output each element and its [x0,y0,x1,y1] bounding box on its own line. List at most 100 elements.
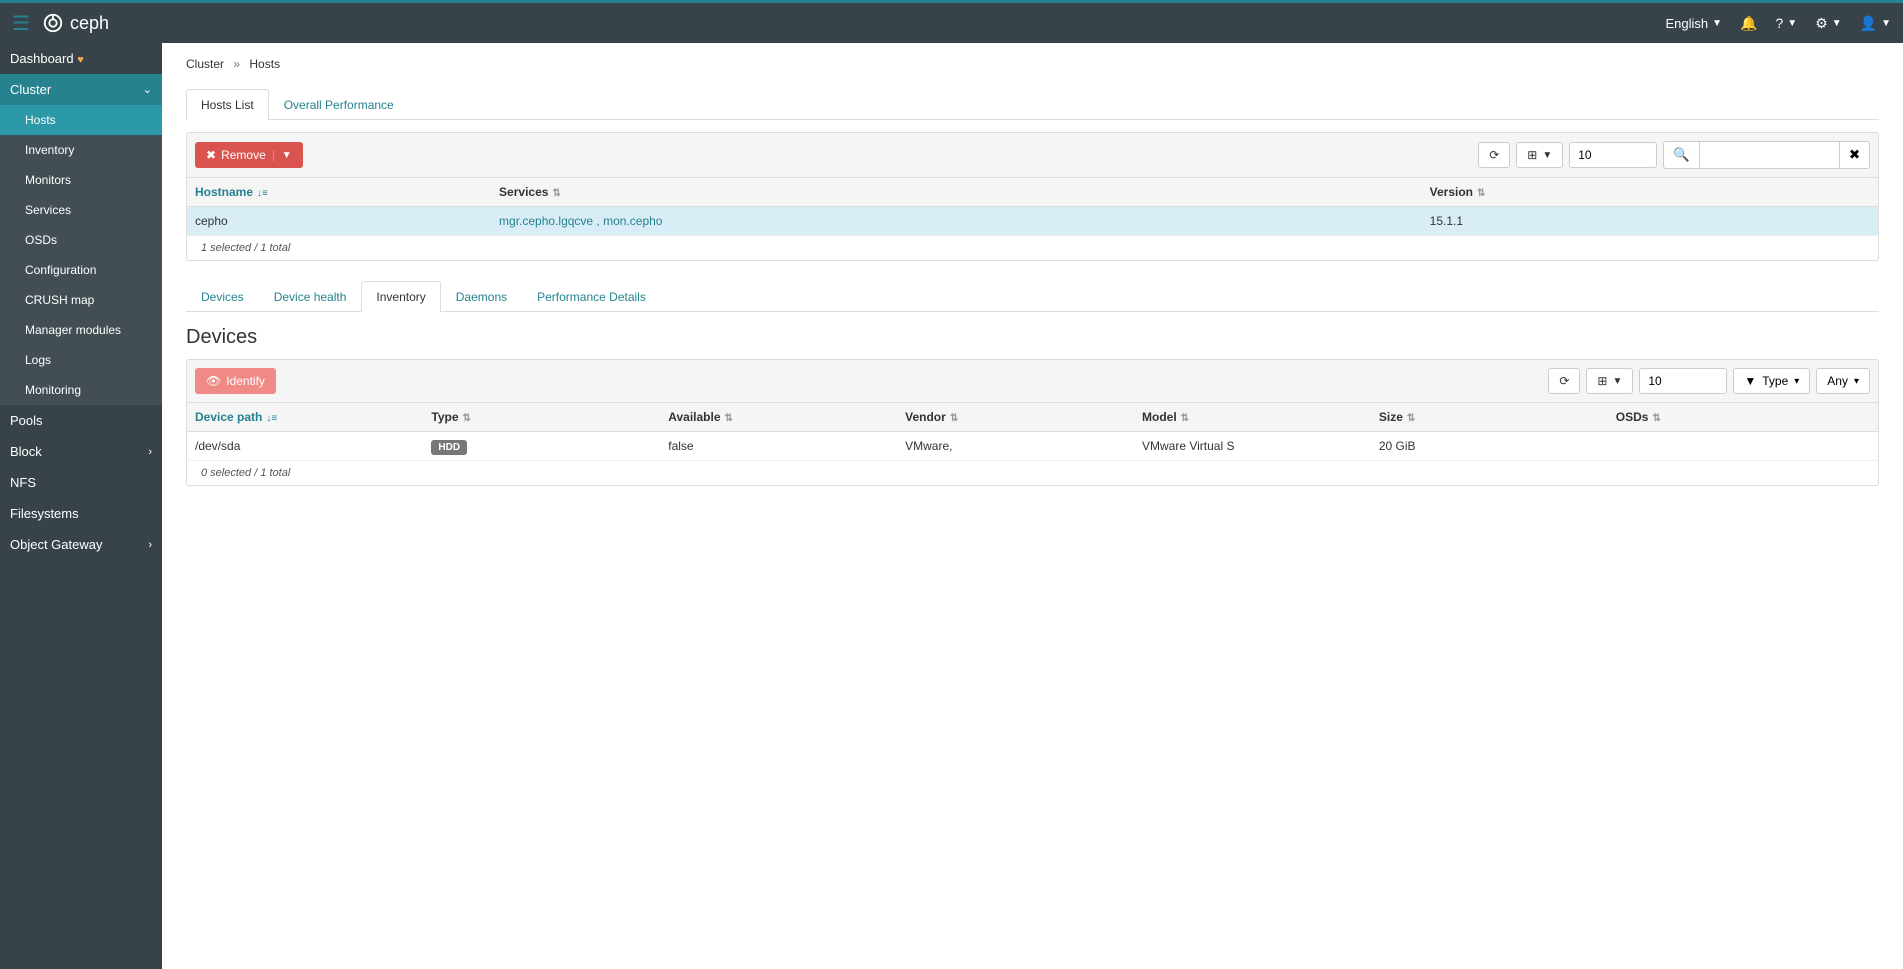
cell-available: false [660,432,897,461]
notifications-button[interactable]: 🔔 [1740,15,1757,32]
sidebar-label: Pools [10,413,43,428]
sort-icon: ⇅ [725,413,733,424]
breadcrumb-cluster[interactable]: Cluster [186,57,224,71]
chevron-down-icon: ⌄ [143,83,152,96]
refresh-button[interactable]: ⟳ [1478,142,1510,168]
help-button[interactable]: ? ▼ [1775,15,1797,31]
health-warn-icon: ♥ [77,54,84,66]
menu-toggle-icon[interactable]: ☰ [12,11,30,36]
hosts-table: Hostname↓≡ Services ⇅ Version⇅ cepho mgr.… [186,178,1879,236]
sidebar-label: Manager modules [25,323,121,337]
sort-icon: ⇅ [552,188,560,199]
tab-inventory[interactable]: Inventory [361,281,440,312]
table-row[interactable]: cepho mgr.cepho.lgqcve , mon.cepho 15.1.… [187,207,1879,236]
remove-button[interactable]: ✖ Remove ▼ [195,142,303,168]
sidebar-item-block[interactable]: Block › [0,436,162,467]
hosts-table-footer: 1 selected / 1 total [186,236,1879,261]
col-size[interactable]: Size⇅ [1371,403,1608,432]
sidebar-item-filesystems[interactable]: Filesystems [0,498,162,529]
col-osds[interactable]: OSDs⇅ [1608,403,1879,432]
columns-button[interactable]: ⊞ ▼ [1516,142,1563,168]
filter-any-button[interactable]: Any ▾ [1816,368,1870,394]
refresh-button[interactable]: ⟳ [1548,368,1580,394]
header-label: Device path [195,410,262,424]
tab-devices[interactable]: Devices [186,281,259,312]
sort-icon: ⇅ [1181,413,1189,424]
user-menu-button[interactable]: 👤 ▼ [1860,15,1891,32]
tab-device-health[interactable]: Device health [259,281,362,312]
tab-performance-details[interactable]: Performance Details [522,281,661,312]
sidebar-item-monitoring[interactable]: Monitoring [0,375,162,405]
page-size-input[interactable] [1569,142,1657,168]
sidebar-item-monitors[interactable]: Monitors [0,165,162,195]
col-services[interactable]: Services ⇅ [491,178,1422,207]
filter-type-button[interactable]: ▼ Type ▾ [1733,368,1810,394]
col-hostname[interactable]: Hostname↓≡ [187,178,492,207]
identify-label: Identify [226,374,265,388]
columns-button[interactable]: ⊞ ▼ [1586,368,1633,394]
sidebar-item-hosts[interactable]: Hosts [0,105,162,135]
col-vendor[interactable]: Vendor⇅ [897,403,1134,432]
language-selector[interactable]: English ▼ [1666,16,1723,31]
sidebar-label: Dashboard [10,51,74,66]
sidebar-item-cluster[interactable]: Cluster ⌄ [0,74,162,105]
page-size-input[interactable] [1639,368,1727,394]
caret-down-icon: ▼ [1881,18,1891,29]
sidebar-item-object-gateway[interactable]: Object Gateway › [0,529,162,560]
col-type[interactable]: Type⇅ [423,403,660,432]
identify-button[interactable]: 👁 Identify [195,368,276,394]
col-available[interactable]: Available⇅ [660,403,897,432]
sort-icon: ⇅ [463,413,471,424]
tab-daemons[interactable]: Daemons [441,281,522,312]
search-icon: 🔍 [1673,147,1690,162]
sidebar-label: CRUSH map [25,293,94,307]
brand-logo[interactable]: ceph [42,12,109,34]
filter-any-label: Any [1827,374,1848,388]
devices-toolbar: 👁 Identify ⟳ ⊞ ▼ ▼ Type ▾ Any ▾ [186,359,1879,403]
main-tabs: Hosts List Overall Performance [186,89,1879,120]
sidebar-label: Cluster [10,82,51,97]
sort-asc-icon: ↓≡ [257,188,268,199]
sort-icon: ⇅ [1407,413,1415,424]
user-icon: 👤 [1860,15,1877,32]
col-model[interactable]: Model⇅ [1134,403,1371,432]
cell-version: 15.1.1 [1422,207,1879,236]
breadcrumb-hosts: Hosts [249,57,280,71]
sidebar-item-crush-map[interactable]: CRUSH map [0,285,162,315]
table-row[interactable]: /dev/sda HDD false VMware, VMware Virtua… [187,432,1879,461]
header-label: OSDs [1616,410,1649,424]
sidebar-item-logs[interactable]: Logs [0,345,162,375]
sidebar-item-services[interactable]: Services [0,195,162,225]
sidebar-item-osds[interactable]: OSDs [0,225,162,255]
caret-down-icon: ▾ [1854,376,1859,387]
sidebar-item-manager-modules[interactable]: Manager modules [0,315,162,345]
search-group: 🔍 ✖ [1663,141,1870,169]
col-version[interactable]: Version⇅ [1422,178,1879,207]
cell-size: 20 GiB [1371,432,1608,461]
settings-button[interactable]: ⚙ ▼ [1815,15,1841,32]
sidebar-item-nfs[interactable]: NFS [0,467,162,498]
caret-down-icon: ▼ [1712,18,1722,29]
services-link[interactable]: mgr.cepho.lgqcve , mon.cepho [499,214,662,228]
chevron-right-icon: › [148,539,152,551]
chevron-right-icon: › [148,446,152,458]
navbar: ☰ ceph English ▼ 🔔 ? ▼ ⚙ ▼ 👤 ▼ [0,3,1903,43]
tab-overall-performance[interactable]: Overall Performance [269,89,409,120]
sidebar-label: Hosts [25,113,56,127]
devices-title: Devices [186,326,1879,349]
sidebar-item-pools[interactable]: Pools [0,405,162,436]
search-button[interactable]: 🔍 [1663,141,1699,169]
sidebar-item-dashboard[interactable]: Dashboard ♥ [0,43,162,74]
sidebar-item-inventory[interactable]: Inventory [0,135,162,165]
caret-down-icon: ▼ [1612,376,1622,387]
sidebar-item-configuration[interactable]: Configuration [0,255,162,285]
caret-down-icon: ▼ [1832,18,1842,29]
help-icon: ? [1775,15,1783,31]
header-label: Services [499,185,548,199]
col-device-path[interactable]: Device path↓≡ [187,403,424,432]
cell-services: mgr.cepho.lgqcve , mon.cepho [491,207,1422,236]
tab-hosts-list[interactable]: Hosts List [186,89,269,120]
clear-search-button[interactable]: ✖ [1839,141,1870,169]
sidebar-label: Object Gateway [10,537,103,552]
search-input[interactable] [1699,141,1839,169]
